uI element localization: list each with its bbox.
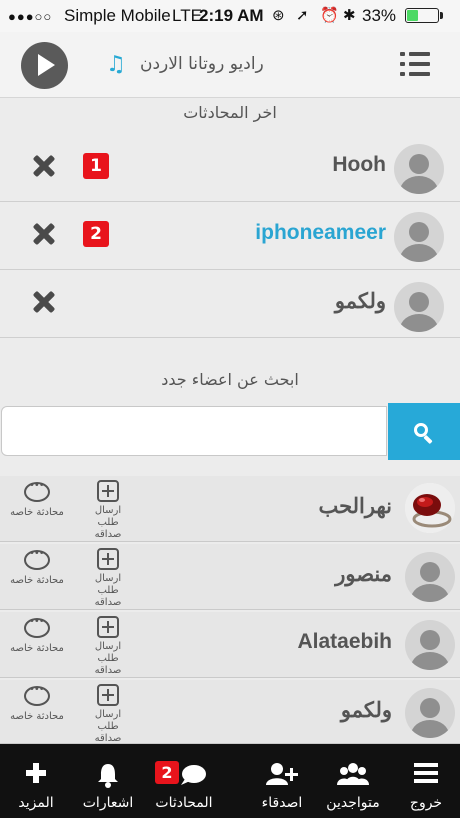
- avatar: [394, 282, 444, 332]
- member-name: نهرالحب: [318, 495, 392, 518]
- chat-bubbles-icon: [181, 765, 206, 785]
- friend-request-button[interactable]: ارسال طلب صداقه: [76, 616, 140, 677]
- battery-icon: [405, 8, 439, 23]
- tab-notifications[interactable]: اشعارات: [72, 744, 144, 818]
- plus-icon: [26, 763, 46, 783]
- add-icon: [97, 616, 119, 638]
- member-row: محادثة خاصه ارسال طلب صداقه منصور: [0, 544, 460, 610]
- member-row: محادثة خاصه ارسال طلب صداقه ولكمو: [0, 680, 460, 744]
- avatar[interactable]: [405, 483, 455, 533]
- add-icon: [97, 684, 119, 706]
- chat-row[interactable]: 2 iphoneameer: [0, 204, 460, 270]
- friend-request-button[interactable]: ارسال طلب صداقه: [76, 548, 140, 609]
- search-button[interactable]: [388, 403, 460, 460]
- add-icon: [97, 480, 119, 502]
- member-row: محادثة خاصه ارسال طلب صداقه نهرالحب: [0, 476, 460, 542]
- bell-icon: [98, 764, 118, 788]
- chat-bubble-icon: [24, 548, 50, 570]
- bluetooth-icon: ✱: [343, 7, 356, 24]
- chat-bubble-icon: [24, 480, 50, 502]
- chat-bubble-icon: [24, 616, 50, 638]
- tab-logout[interactable]: خروج: [392, 744, 460, 818]
- avatar[interactable]: [405, 552, 455, 602]
- avatar[interactable]: [405, 688, 455, 738]
- bottom-tab-bar: المزيد اشعارات المحادثات اصدقاء متواجدين…: [0, 744, 460, 818]
- tab-friends[interactable]: اصدقاء: [244, 744, 320, 818]
- location-icon: ➚: [296, 7, 309, 24]
- friend-request-button[interactable]: ارسال طلب صداقه: [76, 480, 140, 541]
- play-icon: [38, 54, 55, 76]
- member-name: منصور: [335, 563, 392, 586]
- add-icon: [97, 548, 119, 570]
- unread-badge: 1: [83, 153, 109, 179]
- alarm-icon: ⏰: [320, 7, 339, 24]
- chat-row[interactable]: 1 Hooh: [0, 136, 460, 202]
- users-icon: [337, 763, 369, 785]
- chats-unread-badge: 2: [155, 761, 179, 784]
- carrier-label: Simple Mobile: [64, 6, 171, 25]
- close-icon[interactable]: [32, 290, 56, 314]
- add-friend-icon: [266, 763, 298, 785]
- close-icon[interactable]: [32, 154, 56, 178]
- battery-tip: [440, 12, 443, 19]
- close-icon[interactable]: [32, 222, 56, 246]
- recent-chats-title: اخر المحادثات: [183, 103, 277, 122]
- lock-rotation-icon: ⊛: [272, 7, 285, 24]
- tab-online[interactable]: متواجدين: [318, 744, 388, 818]
- play-button[interactable]: [21, 42, 68, 89]
- network-label: LTE: [172, 6, 202, 25]
- chat-name: ولكمو: [334, 290, 386, 313]
- chat-row[interactable]: ولكمو: [0, 272, 460, 338]
- private-chat-button[interactable]: محادثة خاصه: [4, 684, 70, 722]
- private-chat-button[interactable]: محادثة خاصه: [4, 548, 70, 586]
- music-note-icon: ♫: [106, 52, 126, 77]
- private-chat-button[interactable]: محادثة خاصه: [4, 616, 70, 654]
- search-members-title: ابحث عن اعضاء جدد: [161, 370, 299, 389]
- chat-name: Hooh: [332, 153, 386, 176]
- friend-request-button[interactable]: ارسال طلب صداقه: [76, 684, 140, 745]
- search-input[interactable]: [1, 406, 387, 456]
- app-header: ♫ راديو روتانا الاردن: [0, 32, 460, 98]
- unread-badge: 2: [83, 221, 109, 247]
- avatar: [394, 144, 444, 194]
- member-row: محادثة خاصه ارسال طلب صداقه Alataebih: [0, 612, 460, 678]
- chat-name: iphoneameer: [255, 221, 386, 244]
- hamburger-icon: [414, 763, 438, 783]
- avatar: [394, 212, 444, 262]
- member-name: Alataebih: [297, 630, 392, 653]
- tab-more[interactable]: المزيد: [0, 744, 72, 818]
- menu-icon[interactable]: [400, 52, 430, 76]
- signal-indicator: ●●●○○: [8, 9, 53, 24]
- member-name: ولكمو: [340, 699, 392, 722]
- clock: 2:19 AM: [199, 6, 264, 25]
- radio-station-title[interactable]: راديو روتانا الاردن: [140, 54, 264, 74]
- avatar[interactable]: [405, 620, 455, 670]
- private-chat-button[interactable]: محادثة خاصه: [4, 480, 70, 518]
- ring-photo-icon: [405, 483, 455, 533]
- chat-bubble-icon: [24, 684, 50, 706]
- status-bar: ●●●○○ Simple Mobile LTE 2:19 AM ⊛ ➚ ⏰ ✱ …: [0, 0, 460, 32]
- battery-percent: 33%: [362, 6, 397, 25]
